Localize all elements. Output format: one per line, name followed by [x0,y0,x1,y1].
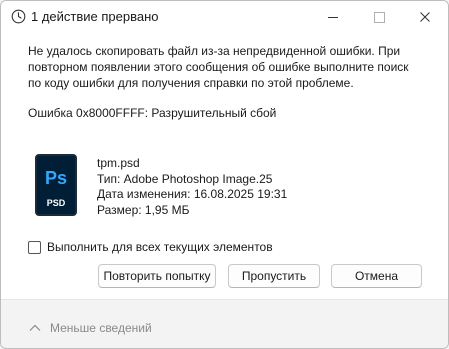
clock-icon [11,9,26,24]
photoshop-file-icon: Ps PSD [35,154,77,216]
error-dialog: 1 действие прервано Не удалось скопирова… [0,0,449,349]
chevron-up-icon [29,321,50,335]
less-details-toggle[interactable]: Меньше сведений [29,320,152,336]
apply-to-all-checkbox[interactable] [28,240,41,254]
dialog-footer: Меньше сведений [1,299,448,348]
apply-to-all-label[interactable]: Выполнить для всех текущих элементов [47,240,273,254]
file-details: tpm.psd Тип: Adobe Photoshop Image.25 Да… [97,156,287,218]
cancel-button[interactable]: Отмена [331,264,422,288]
maximize-icon [373,11,385,23]
skip-button[interactable]: Пропустить [228,264,320,288]
ps-badge-text: Ps [45,168,67,188]
maximize-button [356,1,402,33]
less-details-label[interactable]: Меньше сведений [50,321,152,335]
retry-button[interactable]: Повторить попытку [98,264,216,288]
close-icon [420,12,430,22]
error-code: Ошибка 0x8000FFFF: Разрушительный сбой [28,106,277,120]
close-button[interactable] [402,1,448,33]
file-name: tpm.psd [97,156,140,170]
error-message: Не удалось скопировать файл из-за непред… [28,44,409,90]
window-title: 1 действие прервано [31,9,159,24]
minimize-icon [328,16,338,18]
minimize-button[interactable] [310,1,356,33]
dialog-content: Не удалось скопировать файл из-за непред… [1,33,448,299]
apply-to-all-row[interactable]: Выполнить для всех текущих элементов [28,239,273,255]
file-modified: Дата изменения: 16.08.2025 19:31 [97,187,288,201]
file-size: Размер: 1,95 МБ [97,202,190,217]
file-type: Тип: Adobe Photoshop Image.25 [97,171,273,186]
psd-label-text: PSD [47,198,66,208]
title-bar[interactable]: 1 действие прервано [1,1,448,33]
